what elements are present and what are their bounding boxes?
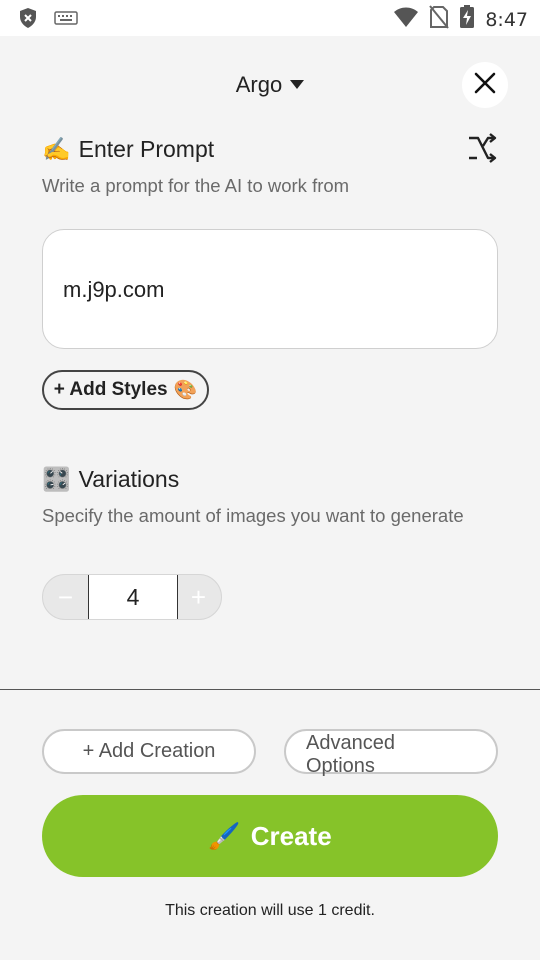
- shuffle-icon: [466, 132, 498, 169]
- writing-hand-icon: ✍️: [42, 136, 71, 162]
- keyboard-icon: [54, 10, 78, 31]
- status-time: 8:47: [485, 8, 528, 31]
- shield-icon: [18, 7, 38, 34]
- credit-note: This creation will use 1 credit.: [165, 902, 375, 919]
- prompt-subtitle: Write a prompt for the AI to work from: [42, 175, 350, 196]
- palette-icon: 🎨: [173, 380, 198, 401]
- paintbrush-icon: 🖌️: [208, 820, 241, 851]
- status-bar: 8:47: [0, 0, 540, 36]
- status-bar-right: 8:47: [393, 5, 528, 34]
- no-sim-icon: [429, 5, 450, 34]
- prompt-title: Enter Prompt: [78, 136, 215, 162]
- variations-title: Variations: [78, 466, 180, 492]
- prompt-input-value: m.j9p.com: [63, 277, 165, 302]
- variations-subtitle: Specify the amount of images you want to…: [42, 505, 464, 526]
- header: Argo: [0, 60, 540, 110]
- chevron-down-icon: [290, 79, 305, 89]
- advanced-options-button[interactable]: Advanced Options: [284, 729, 498, 777]
- model-name: Argo: [235, 72, 283, 97]
- divider: [0, 689, 540, 690]
- battery-charging-icon: [459, 5, 475, 34]
- wifi-icon: [393, 6, 419, 33]
- shuffle-button[interactable]: [464, 132, 500, 168]
- variations-stepper: − 4 +: [42, 574, 222, 620]
- advanced-options-label-line1: Advanced: [306, 732, 395, 754]
- add-styles-label: + Add Styles: [53, 379, 168, 400]
- model-selector[interactable]: Argo: [0, 72, 540, 98]
- add-styles-button[interactable]: + Add Styles 🎨: [42, 370, 209, 410]
- advanced-options-label-line2: Options: [306, 755, 375, 777]
- prompt-section-title: ✍️ Enter Prompt: [42, 136, 214, 163]
- variations-value[interactable]: 4: [88, 575, 178, 619]
- increment-button[interactable]: +: [176, 575, 221, 619]
- create-button[interactable]: 🖌️ Create: [42, 795, 498, 877]
- prompt-input[interactable]: m.j9p.com: [42, 229, 498, 349]
- close-button[interactable]: [462, 62, 508, 108]
- create-label: Create: [250, 820, 332, 851]
- decrement-button[interactable]: −: [43, 575, 88, 619]
- close-icon: [474, 72, 496, 99]
- add-creation-button[interactable]: + Add Creation: [42, 729, 256, 774]
- control-knobs-icon: 🎛️: [42, 466, 71, 492]
- status-bar-left: [18, 7, 78, 34]
- variations-section-title: 🎛️ Variations: [42, 466, 179, 493]
